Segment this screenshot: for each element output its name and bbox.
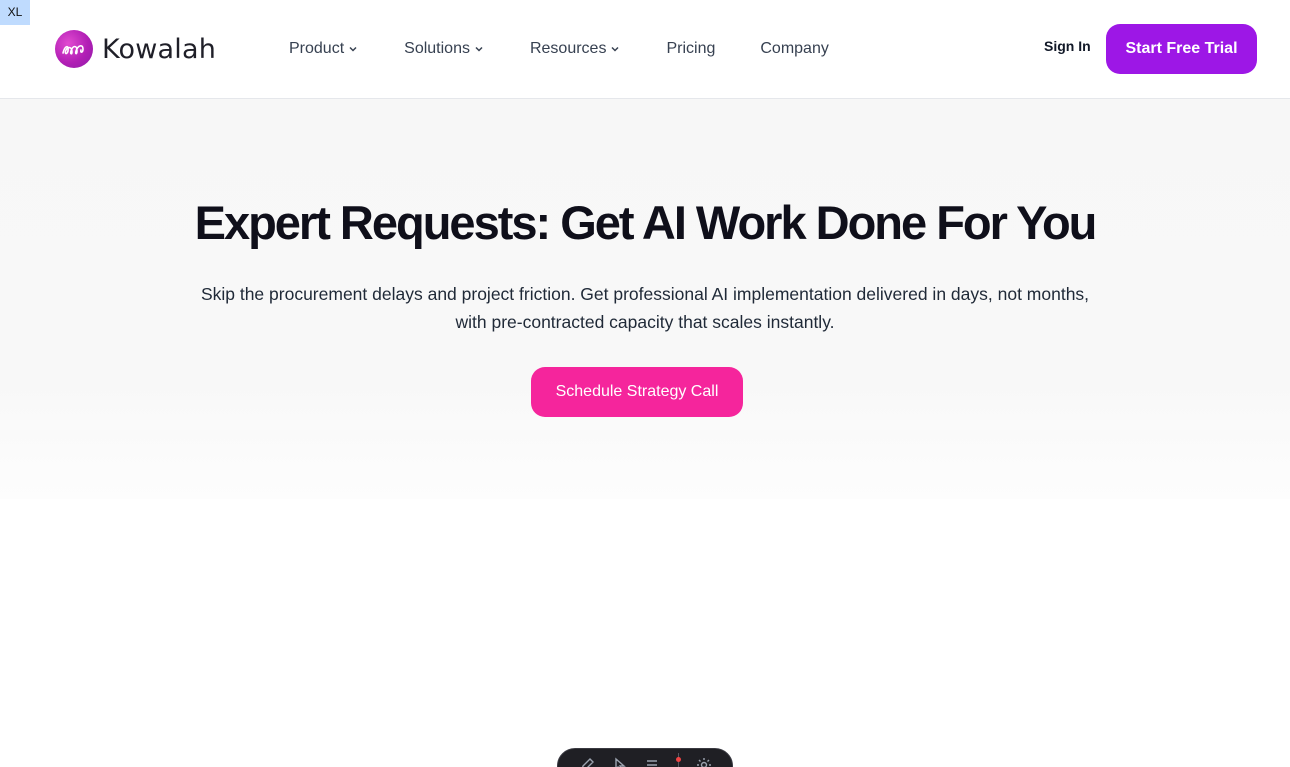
nav-item-label: Product: [289, 40, 345, 57]
floating-toolbar: [557, 748, 733, 767]
gear-icon[interactable]: [696, 757, 712, 767]
nav-item-pricing[interactable]: Pricing: [666, 40, 715, 58]
nav-item-label: Resources: [529, 40, 607, 57]
sign-in-link[interactable]: Sign In: [1044, 38, 1091, 54]
start-free-trial-button[interactable]: Start Free Trial: [1106, 24, 1257, 74]
hero-title: Expert Requests: Get AI Work Done For Yo…: [194, 196, 1098, 249]
brand-name: Kowalah: [102, 33, 217, 65]
chevron-down-icon: [349, 46, 357, 52]
chevron-down-icon: [611, 46, 619, 52]
nav-item-product[interactable]: Product: [289, 40, 358, 58]
nav-item-label: Company: [760, 40, 829, 57]
hero-subtitle: Skip the procurement delays and project …: [200, 284, 1090, 332]
main-nav: Product Solutions Resources Pricing Comp…: [289, 36, 829, 62]
nav-item-solutions[interactable]: Solutions: [404, 40, 484, 58]
notification-dot: [676, 757, 681, 762]
pen-icon[interactable]: [579, 757, 595, 767]
schedule-strategy-call-button[interactable]: Schedule Strategy Call: [531, 367, 743, 417]
chevron-down-icon: [475, 46, 483, 52]
site-header: Kowalah Product Solutions Resources Pric…: [0, 0, 1290, 99]
breakpoint-badge: XL: [0, 0, 30, 25]
nav-item-label: Pricing: [666, 40, 716, 57]
nav-item-label: Solutions: [404, 40, 470, 57]
pointer-icon[interactable]: [612, 757, 628, 767]
kowalah-swirl-icon: [55, 30, 93, 68]
brand-logo[interactable]: Kowalah: [55, 30, 216, 68]
nav-item-resources[interactable]: Resources: [530, 40, 620, 58]
list-icon[interactable]: [645, 757, 661, 767]
nav-item-company[interactable]: Company: [760, 40, 828, 58]
